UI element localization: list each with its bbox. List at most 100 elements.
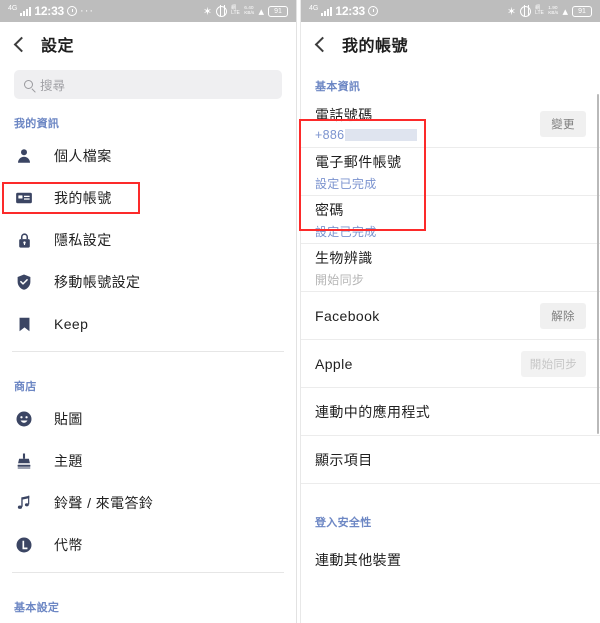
unlink-facebook-button[interactable]: 解除: [540, 302, 586, 329]
network-type-label: 4G: [309, 4, 319, 12]
row-link-other-devices[interactable]: 連動其他裝置: [301, 536, 600, 584]
smiley-icon: [14, 409, 34, 429]
sidebar-item-label: 鈴聲 / 來電答鈴: [54, 495, 154, 511]
row-title: 電子郵件帳號: [315, 153, 402, 170]
row-phone-number[interactable]: 電話號碼 +886 變更: [301, 100, 600, 148]
page-title: 我的帳號: [342, 38, 409, 55]
section-header-my-info: 我的資訊: [14, 118, 60, 130]
sidebar-item-label: 個人檔案: [54, 148, 112, 164]
row-text-group: 電子郵件帳號 設定已完成: [315, 152, 586, 192]
row-display-items[interactable]: 顯示項目: [301, 436, 600, 484]
network-label-icon: 網 LTE: [535, 6, 544, 16]
row-facebook[interactable]: Facebook 解除: [301, 292, 600, 340]
data-rate-unit: KB/s: [548, 10, 559, 16]
sidebar-item-mobile-account[interactable]: 移動帳號設定: [0, 261, 296, 303]
sidebar-item-label: 貼圖: [54, 411, 83, 427]
alarm-icon: [368, 6, 379, 16]
battery-indicator: 91: [572, 5, 592, 17]
section-header-basic-info: 基本資訊: [315, 81, 361, 93]
right-header: 我的帳號: [301, 22, 600, 66]
network-type-label: 4G: [8, 4, 18, 12]
row-text-group: Facebook: [315, 308, 540, 324]
sidebar-item-my-account[interactable]: 我的帳號: [0, 177, 296, 219]
bluetooth-icon: ✶: [202, 5, 213, 18]
signal-bars-icon: [321, 6, 333, 16]
row-email-account[interactable]: 電子郵件帳號 設定已完成: [301, 148, 600, 196]
row-text-group: 電話號碼 +886: [315, 105, 540, 142]
sidebar-item-privacy[interactable]: 隱私設定: [0, 219, 296, 261]
person-icon: [14, 146, 34, 166]
left-status-bar: 4G 12:33 ··· ✶ 網 LTE 6.40 KB/s ▴ 91: [0, 0, 296, 22]
row-text-group: 生物辨識 開始同步: [315, 248, 586, 288]
sidebar-item-label: 代幣: [54, 537, 83, 553]
alarm-icon: [67, 6, 78, 16]
vpn-globe-icon: [216, 5, 228, 17]
music-note-icon: [14, 493, 34, 513]
data-rate-indicator: 6.40 KB/s: [244, 6, 255, 16]
net-label-bottom: LTE: [231, 10, 240, 16]
network-label-icon: 網 LTE: [231, 6, 240, 16]
sidebar-item-coins[interactable]: 代幣: [0, 524, 296, 566]
vertical-scrollbar[interactable]: [596, 94, 599, 434]
row-text-group: 連動中的應用程式: [315, 402, 586, 422]
section-header-login-security: 登入安全性: [315, 517, 372, 529]
row-biometrics[interactable]: 生物辨識 開始同步: [301, 244, 600, 292]
row-subtitle: 設定已完成: [315, 176, 377, 191]
right-status-bar: 4G 12:33 ✶ 網 LTE 1.90 KB/s ▴ 91: [301, 0, 600, 22]
row-title: 顯示項目: [315, 451, 373, 468]
row-title: Facebook: [315, 307, 380, 324]
search-placeholder: 搜尋: [40, 79, 66, 93]
row-text-group: 密碼 設定已完成: [315, 200, 586, 240]
net-label-bottom: LTE: [535, 10, 544, 16]
shield-check-icon: [14, 272, 34, 292]
sidebar-item-stickers[interactable]: 貼圖: [0, 398, 296, 440]
right-screenshot-my-account: 4G 12:33 ✶ 網 LTE 1.90 KB/s ▴ 91 我的帳號 基本資…: [301, 0, 600, 623]
status-time: 12:33: [335, 4, 366, 18]
row-title: 生物辨識: [315, 249, 373, 266]
row-linked-apps[interactable]: 連動中的應用程式: [301, 388, 600, 436]
sidebar-item-label: Keep: [54, 316, 89, 332]
vpn-globe-icon: [520, 5, 532, 17]
row-title: 電話號碼: [315, 107, 373, 123]
sidebar-item-ringtones[interactable]: 鈴聲 / 來電答鈴: [0, 482, 296, 524]
wifi-icon: ▴: [562, 5, 568, 18]
link-apple-button[interactable]: 開始同步: [520, 350, 586, 377]
phone-value-line: +886: [315, 128, 540, 142]
row-text-group: 顯示項目: [315, 450, 586, 470]
change-phone-button[interactable]: 變更: [540, 110, 586, 137]
sidebar-item-label: 主題: [54, 453, 83, 469]
redacted-phone-digits: [345, 129, 418, 141]
data-rate-indicator: 1.90 KB/s: [548, 6, 559, 16]
wifi-icon: ▴: [258, 5, 264, 18]
section-header-store: 商店: [14, 381, 37, 393]
coin-l-icon: [14, 535, 34, 555]
dual-screenshot-composite: 4G 12:33 ··· ✶ 網 LTE 6.40 KB/s ▴ 91 設定 搜…: [0, 0, 600, 623]
sidebar-item-themes[interactable]: 主題: [0, 440, 296, 482]
row-subtitle: 設定已完成: [315, 224, 377, 239]
row-title: 連動其他裝置: [315, 552, 402, 568]
sidebar-item-label: 我的帳號: [54, 190, 112, 206]
status-time: 12:33: [34, 4, 65, 18]
row-apple[interactable]: Apple 開始同步: [301, 340, 600, 388]
more-icon: ···: [80, 5, 95, 17]
row-text-group: Apple: [315, 356, 521, 372]
stamp-icon: [14, 451, 34, 471]
sidebar-item-profile[interactable]: 個人檔案: [0, 135, 296, 177]
sidebar-item-label: 移動帳號設定: [54, 274, 141, 290]
back-chevron-icon[interactable]: [13, 36, 30, 52]
sidebar-item-keep[interactable]: Keep: [0, 303, 296, 345]
row-text-group: 連動其他裝置: [315, 550, 586, 570]
row-password[interactable]: 密碼 設定已完成: [301, 196, 600, 244]
bluetooth-icon: ✶: [506, 5, 517, 18]
left-header: 設定: [0, 22, 296, 66]
lock-icon: [14, 230, 34, 250]
row-subtitle: 開始同步: [315, 272, 365, 287]
row-title: Apple: [315, 355, 353, 372]
back-chevron-icon[interactable]: [314, 36, 331, 52]
sidebar-item-label: 隱私設定: [54, 232, 112, 248]
search-icon: [24, 80, 33, 89]
left-screenshot-settings: 4G 12:33 ··· ✶ 網 LTE 6.40 KB/s ▴ 91 設定 搜…: [0, 0, 296, 623]
row-title: 連動中的應用程式: [315, 403, 431, 420]
search-input[interactable]: 搜尋: [14, 70, 282, 99]
